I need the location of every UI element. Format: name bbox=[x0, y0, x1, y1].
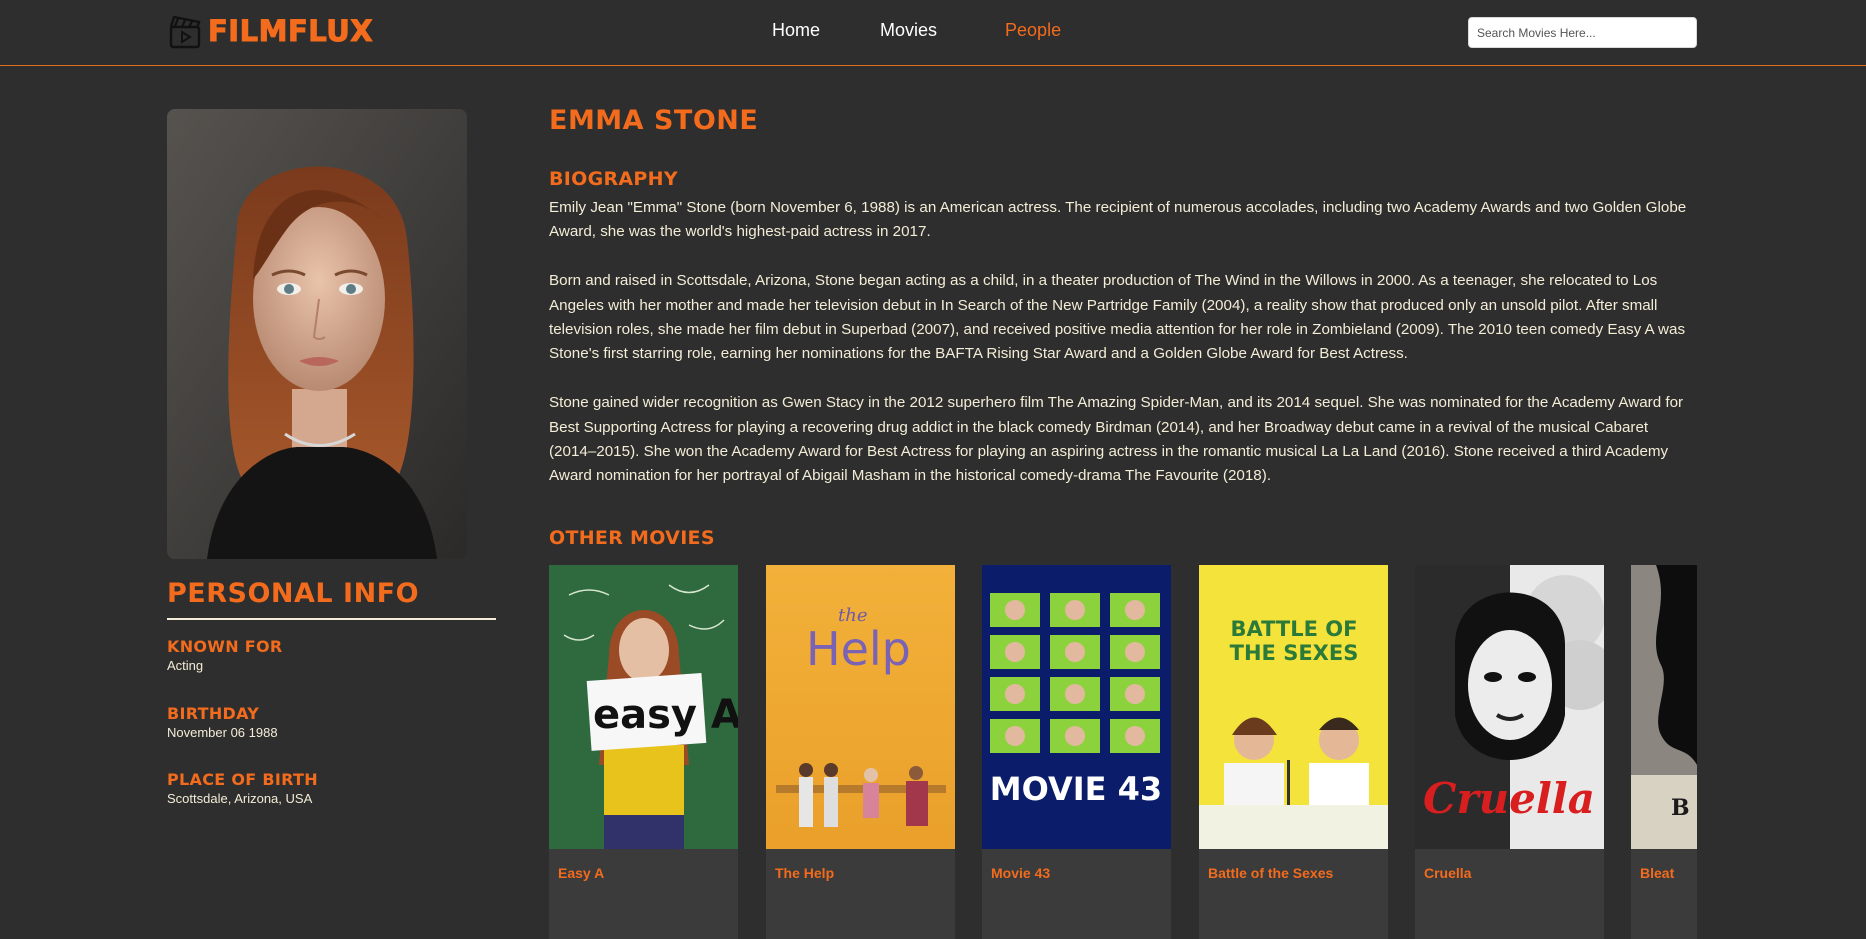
nav-movies[interactable]: Movies bbox=[880, 20, 937, 41]
bio-paragraph: Emily Jean "Emma" Stone (born November 6… bbox=[549, 199, 1687, 241]
movie-title[interactable]: Easy A bbox=[558, 865, 604, 881]
movie-title[interactable]: Movie 43 bbox=[991, 865, 1050, 881]
clapperboard-icon bbox=[169, 15, 201, 49]
brand-logo[interactable]: FILMFLUX bbox=[168, 9, 373, 53]
biography-text: Emily Jean "Emma" Stone (born November 6… bbox=[549, 196, 1699, 513]
portrait-image bbox=[167, 109, 467, 559]
poster-title-text: Cruella bbox=[1423, 774, 1595, 823]
main-nav: Home Movies People bbox=[772, 20, 1061, 41]
personal-info-heading: PERSONAL INFO bbox=[167, 578, 420, 609]
birthplace-section: PLACE OF BIRTH Scottsdale, Arizona, USA bbox=[167, 770, 318, 806]
search-input[interactable] bbox=[1468, 17, 1697, 48]
nav-people[interactable]: People bbox=[1005, 20, 1061, 41]
divider bbox=[167, 618, 496, 620]
other-movies-heading: OTHER MOVIES bbox=[549, 527, 715, 549]
movie-card[interactable]: MOVIE 43 Movie 43 bbox=[982, 565, 1171, 939]
poster-title-text: MOVIE 43 bbox=[990, 770, 1162, 808]
movie-card[interactable]: BATTLE OF THE SEXES Battle of the Sexes bbox=[1199, 565, 1388, 939]
poster-title-text: easy A bbox=[593, 692, 738, 738]
top-navbar: FILMFLUX Home Movies People bbox=[0, 0, 1866, 66]
birthday-value: November 06 1988 bbox=[167, 725, 278, 740]
movies-carousel[interactable]: easy A Easy A the Help The Help MOVIE 43… bbox=[549, 565, 1697, 939]
movie-poster[interactable]: BATTLE OF THE SEXES bbox=[1199, 565, 1388, 849]
movie-card[interactable]: Cruella Cruella bbox=[1415, 565, 1604, 939]
poster-title-text: B bbox=[1671, 795, 1690, 821]
movie-poster[interactable]: Cruella bbox=[1415, 565, 1604, 849]
birthday-label: BIRTHDAY bbox=[167, 704, 260, 723]
poster-title-text: BATTLE OF THE SEXES bbox=[1229, 617, 1359, 665]
bio-paragraph: Stone gained wider recognition as Gwen S… bbox=[549, 394, 1684, 485]
person-name: EMMA STONE bbox=[549, 105, 759, 136]
nav-home[interactable]: Home bbox=[772, 20, 820, 41]
movie-poster[interactable]: MOVIE 43 bbox=[982, 565, 1171, 849]
brand-name: FILMFLUX bbox=[207, 14, 374, 49]
movie-title[interactable]: Battle of the Sexes bbox=[1208, 865, 1333, 881]
biography-heading: BIOGRAPHY bbox=[549, 168, 678, 190]
movie-title[interactable]: The Help bbox=[775, 865, 834, 881]
movie-card[interactable]: B Bleat bbox=[1631, 565, 1697, 939]
movie-card[interactable]: the Help The Help bbox=[766, 565, 955, 939]
movie-poster[interactable]: the Help bbox=[766, 565, 955, 849]
movie-title[interactable]: Cruella bbox=[1424, 865, 1471, 881]
known-for-value: Acting bbox=[167, 658, 204, 673]
movie-title[interactable]: Bleat bbox=[1640, 865, 1674, 881]
poster-title-text: Help bbox=[806, 622, 911, 676]
known-for-section: KNOWN FOR Acting bbox=[167, 637, 283, 673]
known-for-label: KNOWN FOR bbox=[167, 637, 283, 656]
birthplace-label: PLACE OF BIRTH bbox=[167, 770, 318, 789]
birthplace-value: Scottsdale, Arizona, USA bbox=[167, 791, 313, 806]
bio-paragraph: Born and raised in Scottsdale, Arizona, … bbox=[549, 272, 1686, 363]
birthday-section: BIRTHDAY November 06 1988 bbox=[167, 704, 278, 740]
movie-poster[interactable]: easy A bbox=[549, 565, 738, 849]
profile-photo bbox=[167, 109, 467, 559]
movie-card[interactable]: easy A Easy A bbox=[549, 565, 738, 939]
movie-poster[interactable]: B bbox=[1631, 565, 1697, 849]
